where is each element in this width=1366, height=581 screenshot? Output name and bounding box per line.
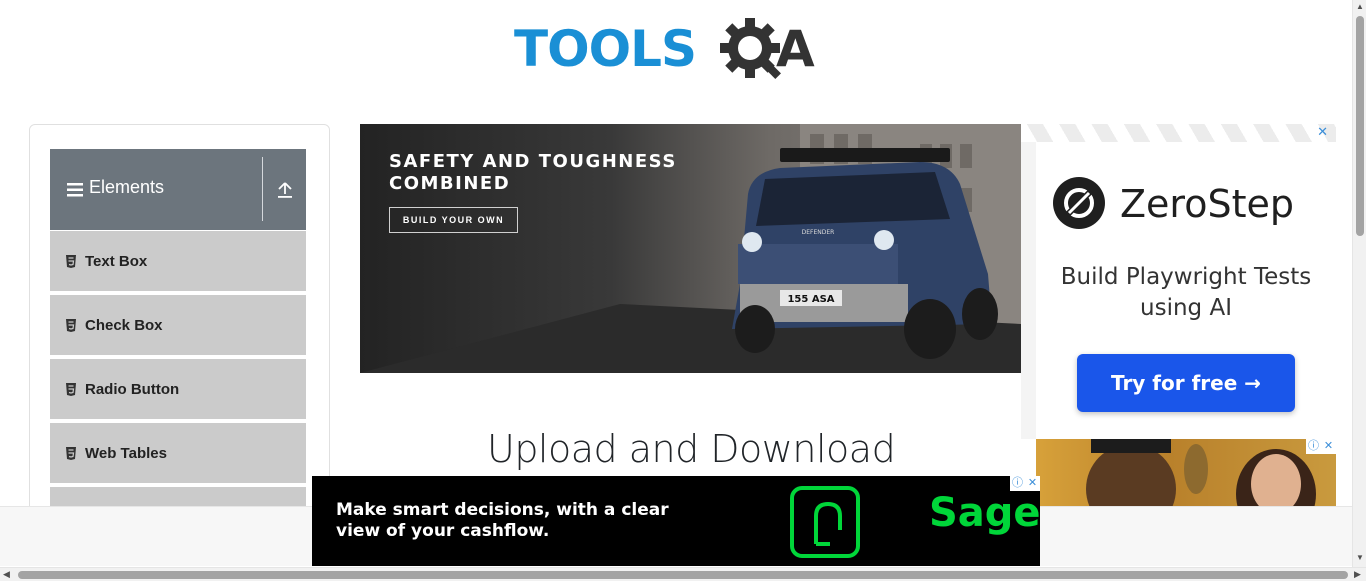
land-rover-banner-ad[interactable]: 155 ASA DEFENDER SAFETY AND TOUGHNESS CO… bbox=[360, 124, 1021, 373]
small-video-ad[interactable]: ⓘ ✕ bbox=[1036, 439, 1336, 506]
sage-footer-ad[interactable]: Make smart decisions, with a clear view … bbox=[312, 476, 1040, 566]
ad-close-icon[interactable]: ✕ bbox=[1025, 476, 1040, 491]
menu-item-label: Check Box bbox=[85, 317, 163, 334]
build-your-own-button[interactable]: BUILD YOUR OWN bbox=[389, 207, 518, 233]
group-title: Elements bbox=[89, 177, 165, 197]
page: TOOLS A Elements Text Box Check Box Radi… bbox=[0, 0, 1366, 581]
gear-magnifier-icon bbox=[720, 18, 781, 79]
menu-icon bbox=[67, 183, 83, 197]
adchoices-badge[interactable]: ⓘ ✕ bbox=[1306, 439, 1336, 454]
zerostep-ad[interactable]: ✕ ZeroStep Build Playwright Tests using … bbox=[1021, 124, 1336, 439]
vertical-scroll-thumb[interactable] bbox=[1356, 16, 1364, 236]
menu-item-label: Radio Button bbox=[85, 381, 180, 398]
file-icon bbox=[66, 255, 76, 268]
file-icon bbox=[66, 383, 76, 396]
menu-item-radio-button[interactable]: Radio Button bbox=[50, 359, 306, 421]
horizontal-scroll-thumb[interactable] bbox=[18, 571, 1348, 579]
vertical-scrollbar[interactable]: ▲ ▼ bbox=[1352, 0, 1366, 567]
zerostep-tagline: Build Playwright Tests using AI bbox=[1060, 264, 1312, 321]
sage-ad-message: Make smart decisions, with a clear view … bbox=[336, 500, 669, 541]
scroll-right-arrow-icon[interactable]: ▶ bbox=[1354, 569, 1361, 580]
sage-device-icon bbox=[790, 486, 860, 558]
ad-close-icon[interactable]: ✕ bbox=[1317, 124, 1328, 140]
try-for-free-button[interactable]: Try for free → bbox=[1077, 354, 1295, 412]
logo-text-a: A bbox=[776, 20, 815, 78]
elements-group-header[interactable]: Elements bbox=[50, 149, 306, 230]
collapse-arrow-icon[interactable] bbox=[277, 181, 293, 199]
zerostep-brand-name: ZeroStep bbox=[1120, 182, 1294, 226]
zerostep-logo-icon bbox=[1053, 177, 1105, 229]
menu-item-web-tables[interactable]: Web Tables bbox=[50, 423, 306, 485]
menu-item-check-box[interactable]: Check Box bbox=[50, 295, 306, 357]
scroll-up-arrow-icon[interactable]: ▲ bbox=[1356, 2, 1364, 11]
page-title: Upload and Download bbox=[487, 427, 896, 471]
menu-item-label: Text Box bbox=[85, 253, 148, 270]
horizontal-scrollbar[interactable]: ◀ ▶ bbox=[0, 567, 1366, 581]
banner-headline: SAFETY AND TOUGHNESS COMBINED bbox=[389, 151, 677, 194]
menu-item-label: Web Tables bbox=[85, 445, 167, 462]
logo-image: TOOLS A bbox=[514, 18, 815, 79]
adchoices-icon[interactable]: ⓘ bbox=[1306, 439, 1321, 454]
adchoices-badge[interactable]: ⓘ ✕ bbox=[1010, 476, 1040, 491]
logo-text-tools: TOOLS bbox=[514, 20, 696, 78]
toolsqa-logo[interactable]: TOOLS A bbox=[514, 14, 840, 92]
svg-text:DEFENDER: DEFENDER bbox=[802, 229, 835, 236]
adchoices-icon[interactable]: ⓘ bbox=[1010, 476, 1025, 491]
menu-item-text-box[interactable]: Text Box bbox=[50, 231, 306, 293]
scroll-left-arrow-icon[interactable]: ◀ bbox=[3, 569, 10, 580]
small-ad-image bbox=[1086, 439, 1316, 506]
svg-text:155 ASA: 155 ASA bbox=[787, 294, 834, 305]
ad-stripes bbox=[1021, 124, 1336, 142]
file-icon bbox=[66, 447, 76, 460]
sage-logo: Sage bbox=[929, 490, 1040, 536]
header-divider bbox=[262, 157, 263, 221]
file-icon bbox=[66, 319, 76, 332]
zerostep-ad-content: ZeroStep Build Playwright Tests using AI… bbox=[1036, 142, 1336, 439]
sidebar: Elements Text Box Check Box Radio Button… bbox=[29, 124, 330, 524]
scroll-down-arrow-icon[interactable]: ▼ bbox=[1356, 553, 1364, 562]
ad-close-icon[interactable]: ✕ bbox=[1321, 439, 1336, 454]
